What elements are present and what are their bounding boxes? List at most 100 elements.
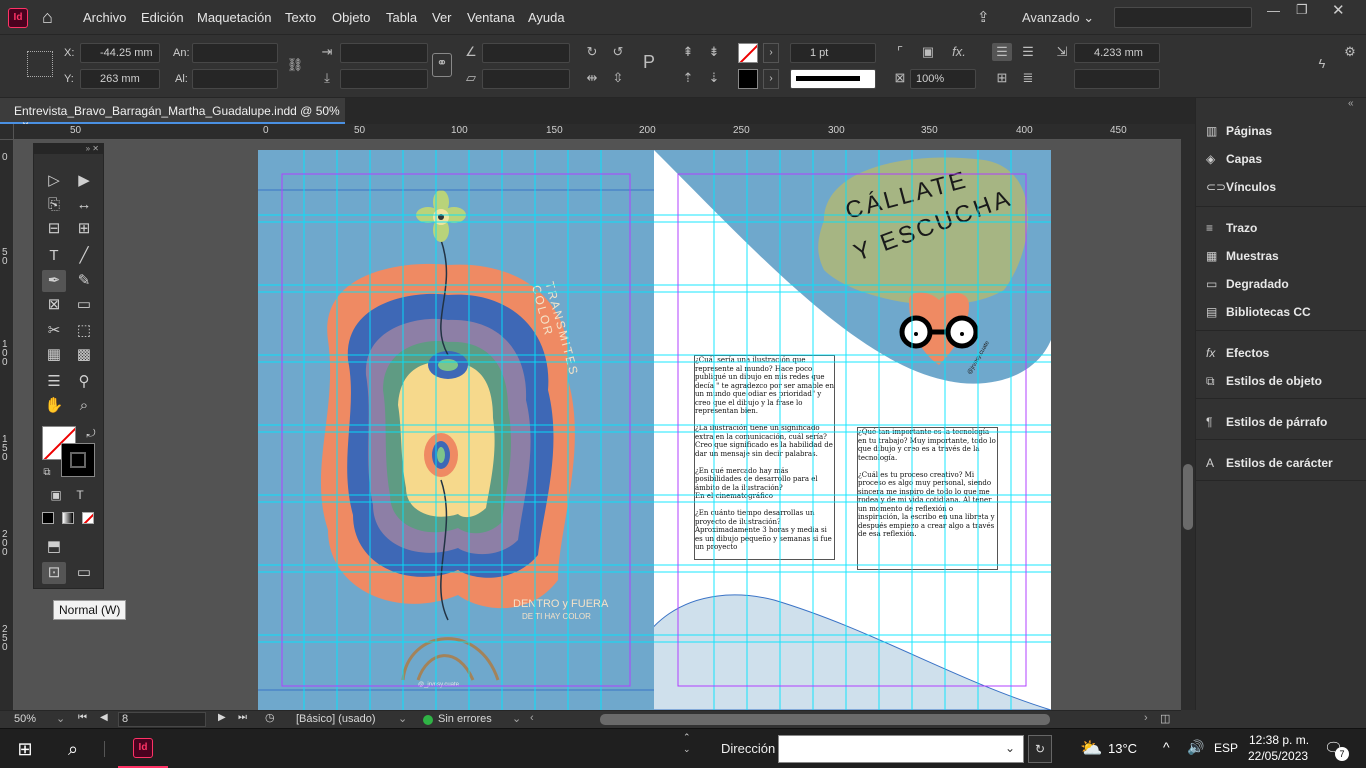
close-window-button[interactable]: ✕ (1332, 1, 1345, 19)
open-page-icon[interactable]: ◷ (265, 711, 275, 724)
eyedropper-tool-icon[interactable]: ⚲ (72, 371, 96, 393)
menu-ventana[interactable]: Ventana (467, 10, 515, 25)
interview-column-2[interactable]: ¿Qué tan importante es la tecnología en … (857, 427, 998, 570)
apply-none-icon[interactable] (82, 512, 94, 524)
y-field[interactable]: 263 mm (80, 69, 160, 89)
address-chevron-icon[interactable]: ⌄ (1005, 741, 1015, 755)
formatting-text-icon[interactable]: T (70, 484, 90, 506)
gradient-feather-tool-icon[interactable]: ▩ (72, 344, 96, 366)
panel-efectos[interactable]: fx Efectos (1206, 346, 1269, 360)
content-placer-icon[interactable]: ⊞ (72, 218, 96, 240)
align-left-icon[interactable]: ☰ (992, 43, 1012, 61)
refresh-button[interactable]: ↻ (1028, 735, 1052, 763)
preflight-status[interactable]: Sin errores (438, 713, 492, 725)
pencil-tool-icon[interactable]: ✎ (72, 270, 96, 292)
left-page[interactable]: TRANSMITES COLOR DENTRO y FUERA DE TI HA… (258, 150, 654, 710)
tray-expand-icon[interactable]: ^ (1163, 739, 1170, 755)
panel-muestras[interactable]: ▦ Muestras (1206, 249, 1279, 263)
panel-estilos-parrafo[interactable]: ¶ Estilos de párrafo (1206, 415, 1327, 429)
split-view-icon[interactable]: ◫ (1160, 712, 1170, 725)
panel-degradado[interactable]: ▭ Degradado (1206, 277, 1289, 291)
document-canvas[interactable]: TRANSMITES COLOR DENTRO y FUERA DE TI HA… (14, 140, 1181, 710)
menu-maquetacion[interactable]: Maquetación (197, 10, 271, 25)
windows-start-icon[interactable]: ⊞ (14, 737, 36, 761)
type-tool-icon[interactable]: T (42, 245, 66, 267)
last-page-icon[interactable]: ⏭ (238, 712, 247, 723)
page-field[interactable]: 8 (118, 712, 206, 727)
fx-icon[interactable]: fx. (948, 43, 970, 61)
flip-horizontal-icon[interactable]: ⇹ (582, 69, 602, 87)
height-field[interactable] (192, 69, 278, 89)
apply-gradient-icon[interactable] (62, 512, 74, 524)
style-dropdown[interactable] (1074, 69, 1160, 89)
lightning-icon[interactable]: ϟ (1312, 55, 1332, 73)
dock-collapse-icon[interactable]: « (1348, 98, 1354, 109)
menu-tabla[interactable]: Tabla (386, 10, 417, 25)
panel-paginas[interactable]: ▥ Páginas (1206, 124, 1272, 138)
screen-mode-icon[interactable]: ⬒ (42, 536, 66, 558)
scale-y-field[interactable] (340, 69, 428, 89)
size-field[interactable]: 4.233 mm (1074, 43, 1160, 63)
rectangle-tool-icon[interactable]: ▭ (72, 294, 96, 316)
preflight-chevron-icon[interactable]: ⌄ (512, 712, 521, 725)
previous-page-icon[interactable]: ◀ (100, 712, 108, 723)
normal-view-icon[interactable]: ⊡ (42, 562, 66, 584)
language-indicator[interactable]: ESP (1214, 741, 1238, 755)
indesign-app-icon[interactable]: Id (8, 8, 28, 28)
fill-menu-button[interactable]: › (763, 43, 779, 63)
rotate-angle-field[interactable] (482, 43, 570, 63)
panel-vinculos[interactable]: ⊂⊃Vínculos (1206, 180, 1276, 194)
zoom-tool-icon[interactable]: ⌕ (72, 395, 96, 417)
gear-icon[interactable]: ⚙ (1340, 43, 1360, 61)
gradient-swatch-tool-icon[interactable]: ▦ (42, 344, 66, 366)
menu-ver[interactable]: Ver (432, 10, 452, 25)
fill-swatch[interactable] (738, 43, 758, 63)
stroke-menu-button[interactable]: › (763, 69, 779, 89)
rotate-cw-icon[interactable]: ↻ (582, 43, 602, 61)
document-tab[interactable]: Entrevista_Bravo_Barragán_Martha_Guadalu… (0, 98, 345, 132)
menu-ayuda[interactable]: Ayuda (528, 10, 565, 25)
default-colors-icon[interactable]: ⧉ (40, 462, 54, 484)
select-next-icon[interactable]: ⇣ (704, 69, 724, 87)
minimize-button[interactable]: — (1267, 3, 1280, 18)
panel-estilos-caracter[interactable]: A Estilos de carácter (1206, 456, 1333, 470)
select-previous-icon[interactable]: ⇡ (678, 69, 698, 87)
vertical-scroll-thumb[interactable] (1183, 464, 1193, 530)
volume-icon[interactable]: 🔊 (1187, 739, 1204, 756)
search-input[interactable] (1114, 7, 1252, 28)
stroke-type-dropdown[interactable] (790, 69, 876, 89)
preview-view-icon[interactable]: ▭ (72, 562, 96, 584)
selection-tool-icon[interactable]: ▷ (42, 170, 66, 192)
direct-selection-tool-icon[interactable]: ▶ (72, 170, 96, 192)
menu-edicion[interactable]: Edición (141, 10, 184, 25)
vertical-ruler[interactable]: 0 50 100 150 200 250 (0, 140, 14, 710)
note-tool-icon[interactable]: ☰ (42, 371, 66, 393)
pen-tool-icon[interactable]: ✒ (42, 270, 66, 292)
right-page[interactable]: CÁLLATE Y ESCUCHA @jrvnsy.cuate ¿Cuál se… (654, 150, 1051, 710)
scissors-tool-icon[interactable]: ✂ (42, 320, 66, 342)
ruler-origin[interactable] (0, 124, 14, 140)
address-input[interactable]: ⌄ (778, 735, 1024, 763)
restore-button[interactable]: ❐ (1296, 2, 1308, 18)
horizontal-ruler[interactable]: 50 0 50 100 150 200 250 300 350 400 450 (14, 124, 1181, 140)
x-field[interactable]: -44.25 mm (80, 43, 160, 63)
clock-date[interactable]: 22/05/2023 (1248, 749, 1308, 763)
menu-texto[interactable]: Texto (285, 10, 316, 25)
page-tool-icon[interactable]: ⎘ (42, 194, 66, 216)
style-chevron-icon[interactable]: ⌄ (398, 712, 407, 725)
constrain-proportions-icon[interactable]: ⛓ (286, 56, 304, 74)
workspace-switcher[interactable]: Avanzado ⌄ (1022, 10, 1094, 26)
apply-color-icon[interactable] (42, 512, 54, 524)
indesign-taskbar-icon[interactable]: Id (133, 738, 153, 758)
select-content-icon[interactable]: ⇟ (704, 43, 724, 61)
interview-column-1[interactable]: ¿Cuál sería una ilustración que represen… (694, 355, 835, 560)
toolbox-header[interactable]: » ✕ (34, 144, 103, 154)
rectangle-frame-tool-icon[interactable]: ⊠ (42, 294, 66, 316)
shear-angle-field[interactable] (482, 69, 570, 89)
panel-bibliotecas-cc[interactable]: ▤ Bibliotecas CC (1206, 305, 1311, 319)
path-direction-icon[interactable]: P (638, 53, 660, 71)
stroke-weight-field[interactable]: 1 pt (790, 43, 876, 63)
scroll-left-icon[interactable]: ‹ (530, 712, 534, 724)
menu-archivo[interactable]: Archivo (83, 10, 126, 25)
scale-x-field[interactable] (340, 43, 428, 63)
